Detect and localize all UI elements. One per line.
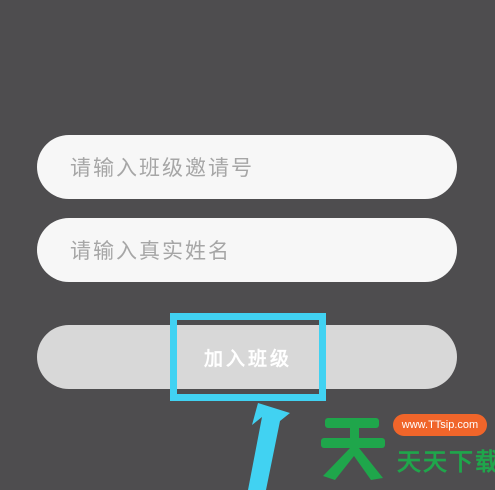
- watermark: www.TTsip.com 天天下载: [315, 410, 495, 482]
- join-class-button-label: 加入班级: [203, 347, 292, 370]
- real-name-placeholder: 请输入真实姓名: [70, 239, 231, 263]
- watermark-name: 天天下载: [397, 448, 495, 476]
- tian-logo-icon: [321, 418, 385, 480]
- real-name-input[interactable]: 请输入真实姓名: [37, 218, 457, 282]
- class-code-placeholder: 请输入班级邀请号: [70, 156, 254, 180]
- class-code-input[interactable]: 请输入班级邀请号: [37, 135, 457, 199]
- pointer-arrow-icon: [248, 403, 290, 490]
- join-class-screen: 请输入班级邀请号 请输入真实姓名 加入班级 www.TTsip.com 天天下载: [0, 0, 495, 490]
- tutorial-highlight-box: 加入班级: [170, 313, 326, 401]
- watermark-url-badge: www.TTsip.com: [393, 414, 487, 436]
- watermark-url: www.TTsip.com: [401, 419, 479, 431]
